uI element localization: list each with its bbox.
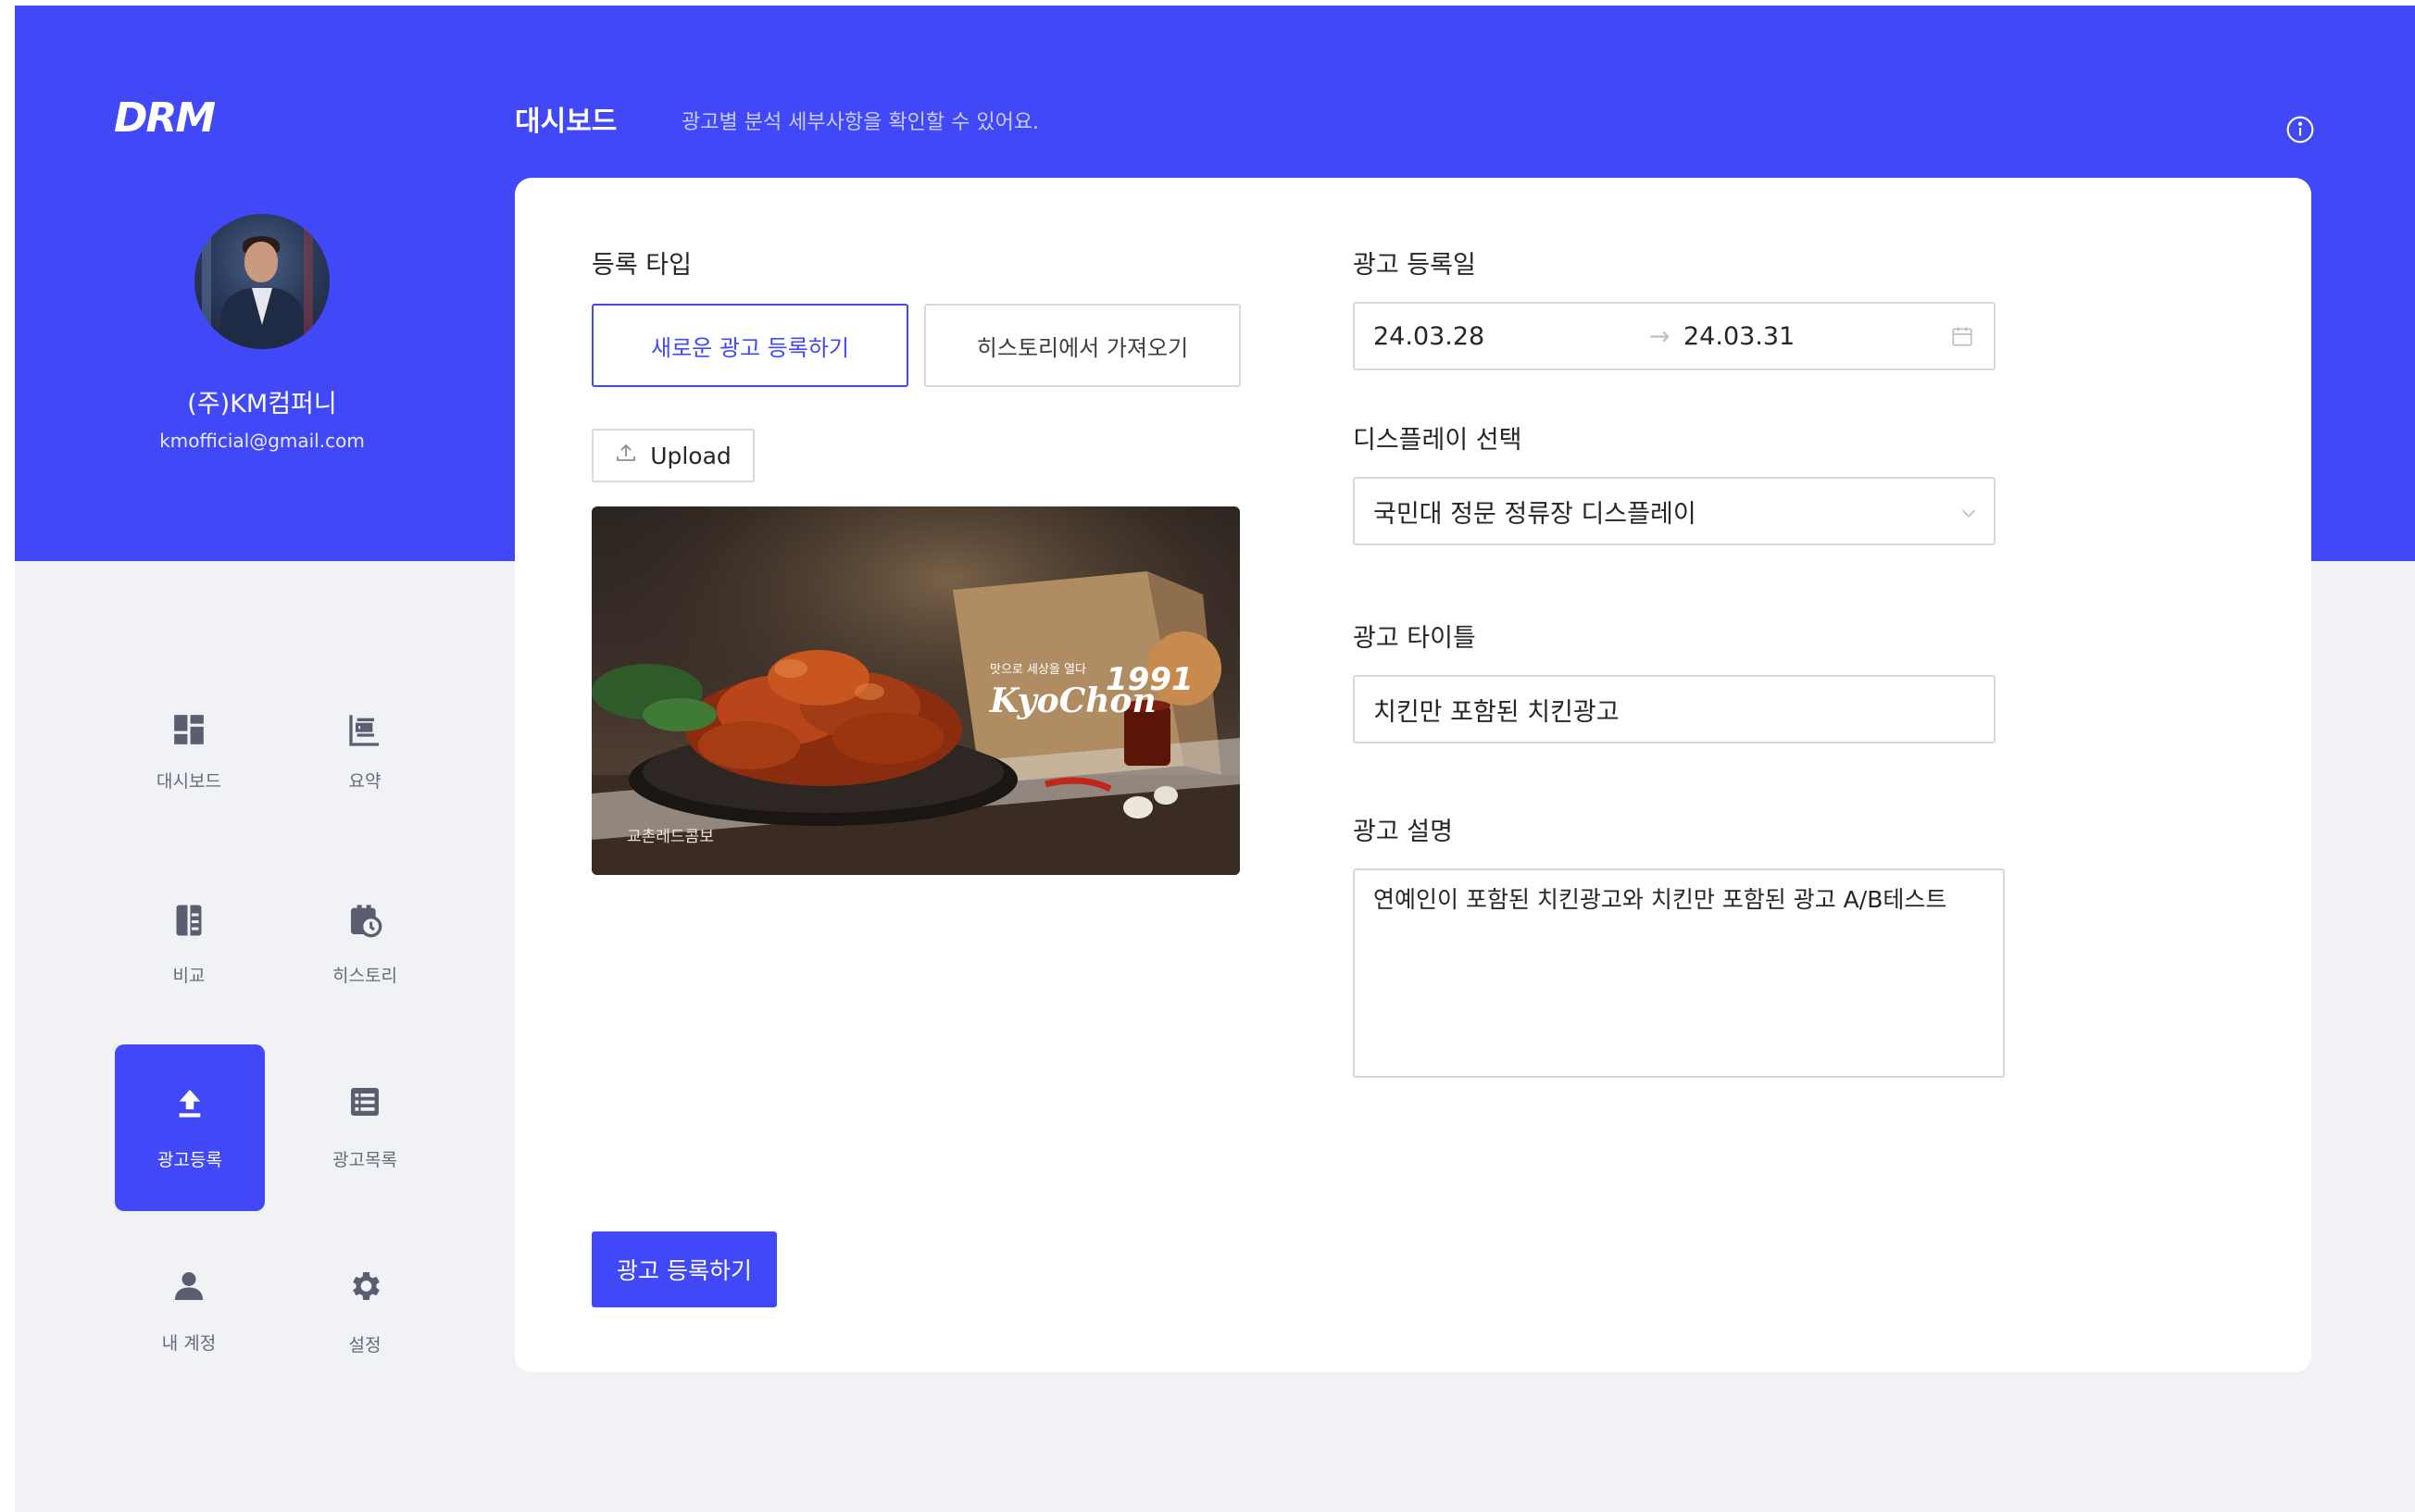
arrow-right-icon: → — [1649, 321, 1670, 351]
nav-item-ad-register[interactable]: 광고등록 — [115, 1044, 265, 1211]
gear-icon — [290, 1268, 440, 1308]
app-root: DRM (주)KM컴퍼니 kmofficial@gmail.com 대시보드 요… — [15, 6, 2415, 1512]
user-icon — [114, 1269, 264, 1306]
avatar-head — [244, 242, 278, 282]
calendar-icon[interactable] — [1950, 324, 1974, 355]
nav-item-summary[interactable]: 요약 — [290, 677, 440, 843]
display-select[interactable]: 국민대 정문 정류장 디스플레이 — [1353, 477, 1996, 545]
page-subtitle: 광고별 분석 세부사항을 확인할 수 있어요. — [682, 111, 1040, 134]
ad-title-input[interactable]: 치킨만 포함된 치킨광고 — [1353, 675, 1996, 744]
date-end[interactable]: 24.03.31 — [1683, 322, 1795, 351]
info-icon[interactable] — [2285, 115, 2315, 144]
nav-item-settings[interactable]: 설정 — [290, 1251, 440, 1418]
chevron-down-icon — [1958, 501, 1979, 530]
ad-description-textarea[interactable]: 연예인이 포함된 치킨광고와 치킨만 포함된 광고 A/B테스트 — [1353, 868, 2005, 1078]
nav-label: 광고등록 — [157, 1150, 222, 1170]
nav-label: 대시보드 — [156, 771, 221, 792]
nav-label: 설정 — [348, 1335, 382, 1356]
upload-label: Upload — [650, 442, 732, 469]
history-import-option-button[interactable]: 히스토리에서 가져오기 — [924, 304, 1241, 387]
nav-label: 히스토리 — [332, 966, 397, 986]
date-start[interactable]: 24.03.28 — [1373, 322, 1484, 351]
nav-item-compare[interactable]: 비교 — [114, 867, 264, 1033]
title-label: 광고 타이틀 — [1353, 624, 1476, 653]
profile-email: kmofficial@gmail.com — [159, 430, 365, 452]
nav-label: 비교 — [172, 966, 206, 986]
avatar-bg-building — [202, 214, 211, 349]
summary-icon — [290, 712, 440, 753]
page-title: 대시보드 — [515, 106, 618, 138]
submit-ad-button[interactable]: 광고 등록하기 — [592, 1231, 777, 1307]
date-label: 광고 등록일 — [1353, 251, 1476, 280]
logo[interactable]: DRM — [114, 94, 216, 142]
ad-headline-text: 맛으로 세상을 열다 — [990, 663, 1086, 677]
new-ad-option-button[interactable]: 새로운 광고 등록하기 — [592, 304, 908, 387]
description-label: 광고 설명 — [1353, 818, 1453, 846]
dashboard-icon — [114, 712, 264, 751]
avatar[interactable] — [194, 214, 330, 349]
list-icon — [290, 1085, 440, 1122]
nav-item-ad-list[interactable]: 광고목록 — [290, 1044, 440, 1211]
ad-register-card: 등록 타입 새로운 광고 등록하기 히스토리에서 가져오기 Upload 맛으로… — [515, 178, 2311, 1372]
nav-label: 광고목록 — [332, 1150, 397, 1170]
ad-product-text: 교촌레드콤보 — [627, 828, 714, 846]
ad-preview-image: 맛으로 세상을 열다 KyoChon 1991 교촌레드콤보 — [592, 506, 1240, 875]
upload-button[interactable]: Upload — [592, 429, 755, 482]
compare-icon — [114, 902, 264, 943]
nav-label: 요약 — [348, 771, 382, 792]
company-name: (주)KM컴퍼니 — [187, 390, 337, 419]
date-range-picker[interactable]: 24.03.28 → 24.03.31 — [1353, 302, 1996, 370]
nav-item-history[interactable]: 히스토리 — [290, 867, 440, 1033]
nav-item-account[interactable]: 내 계정 — [114, 1251, 264, 1418]
upload-icon — [115, 1085, 265, 1124]
history-icon — [290, 902, 440, 943]
avatar-bg-building — [304, 214, 313, 349]
display-label: 디스플레이 선택 — [1353, 426, 1522, 455]
ad-preview-artwork: 맛으로 세상을 열다 KyoChon 1991 교촌레드콤보 — [592, 506, 1240, 875]
upload-icon — [615, 442, 637, 469]
ad-since-text: 1991 — [1106, 661, 1194, 698]
display-selected-value: 국민대 정문 정류장 디스플레이 — [1373, 499, 1696, 529]
nav-label: 내 계정 — [161, 1333, 217, 1354]
nav-item-dashboard[interactable]: 대시보드 — [114, 677, 264, 843]
register-type-label: 등록 타입 — [592, 251, 692, 280]
